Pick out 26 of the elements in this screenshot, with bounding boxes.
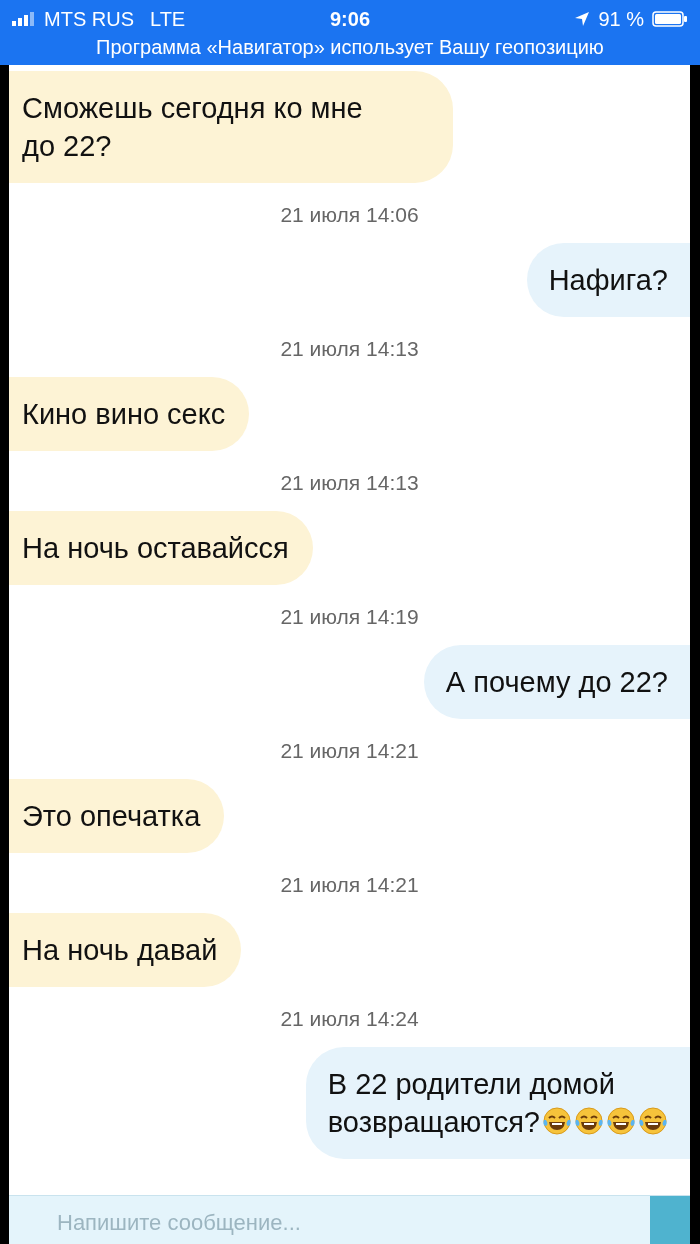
clock-time: 9:06 — [330, 7, 370, 31]
received-message: Кино вино секс — [9, 377, 250, 451]
carrier-name: MTS RUS — [44, 7, 134, 31]
message-timestamp: 21 июля 14:19 — [280, 604, 419, 630]
location-banner[interactable]: Программа «Навигатор» использует Вашу геопозицию — [12, 36, 688, 59]
sent-message: Нафига? — [526, 243, 690, 317]
message-timestamp: 21 июля 14:13 — [280, 470, 419, 496]
message-input: Напишите сообщение... — [9, 1196, 650, 1236]
sent-message: А почему до 22? — [423, 645, 690, 719]
location-arrow-icon — [574, 11, 591, 27]
battery-percent: 91 % — [598, 7, 644, 31]
received-message: Сможешь сегодня ко мне до 22? — [9, 71, 453, 183]
message-timestamp: 21 июля 14:13 — [280, 336, 419, 362]
sent-message: В 22 родители домой возвращаются? — [305, 1047, 690, 1159]
message-timestamp: 21 июля 14:21 — [280, 738, 419, 764]
signal-icon — [12, 12, 36, 26]
received-message: Это опечатка — [9, 779, 225, 853]
network-type: LTE — [150, 7, 186, 31]
received-message: На ночь давай — [9, 913, 242, 987]
received-message: На ночь оставайсся — [9, 511, 313, 585]
message-composer[interactable]: Напишите сообщение... — [9, 1195, 690, 1244]
message-timestamp: 21 июля 14:06 — [280, 202, 419, 228]
send-button[interactable] — [650, 1196, 690, 1244]
battery-icon — [652, 11, 688, 27]
message-timestamp: 21 июля 14:21 — [280, 872, 419, 898]
message-timestamp: 21 июля 14:24 — [280, 1006, 419, 1032]
